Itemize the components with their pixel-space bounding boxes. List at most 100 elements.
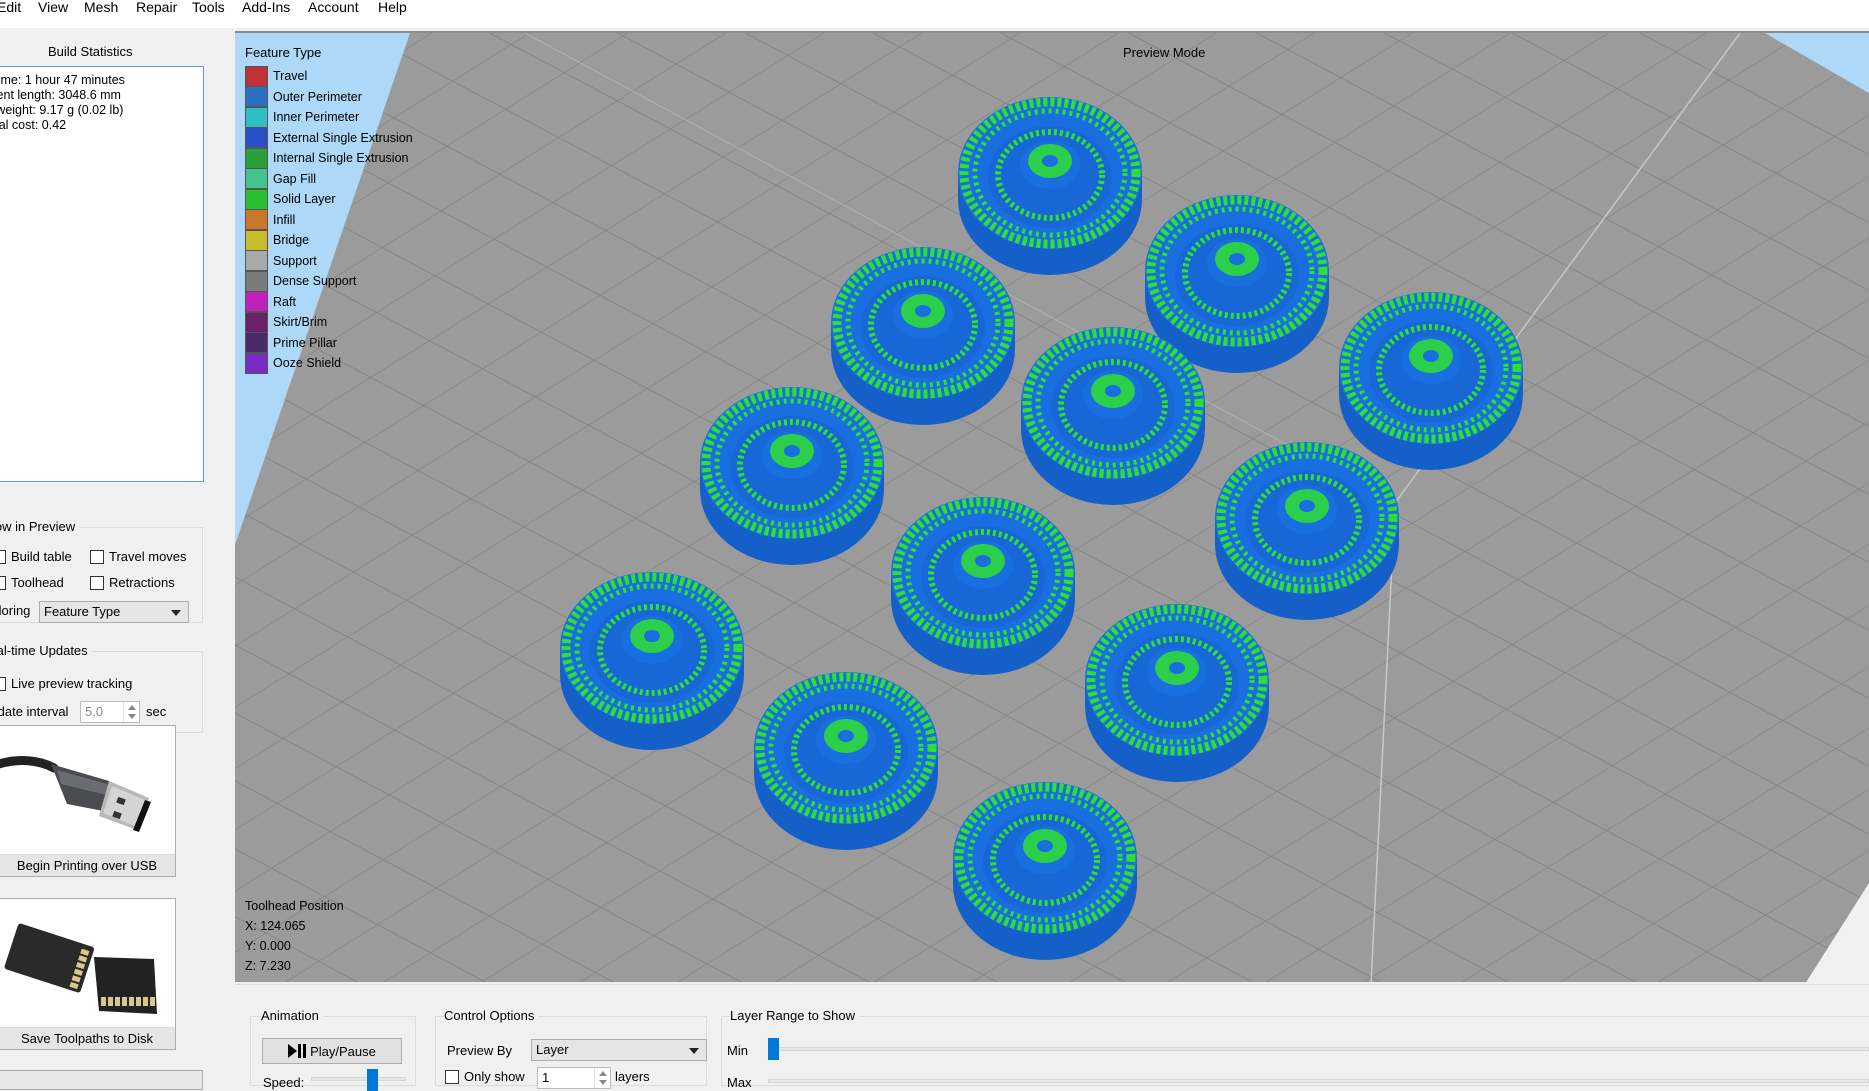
usb-button-label: Begin Printing over USB bbox=[0, 854, 175, 876]
printed-part[interactable] bbox=[1215, 442, 1399, 620]
update-interval-label: Update interval bbox=[0, 704, 69, 719]
animation-title: Animation bbox=[261, 1008, 323, 1023]
realtime-updates-title: Real-time Updates bbox=[0, 643, 92, 658]
only-show-layers-spinner[interactable]: 1 bbox=[537, 1067, 611, 1089]
menu-bar: Edit View Mesh Repair Tools Add-Ins Acco… bbox=[0, 0, 1869, 28]
spinner-arrows-icon[interactable] bbox=[594, 1068, 610, 1088]
printed-part[interactable] bbox=[831, 247, 1015, 425]
coloring-label: Coloring bbox=[0, 603, 31, 618]
checkbox-icon[interactable] bbox=[0, 549, 6, 564]
legend-item: Prime Pillar bbox=[245, 332, 337, 353]
menu-add-ins[interactable]: Add-Ins bbox=[242, 0, 290, 14]
update-interval-spinner[interactable]: 5,0 bbox=[80, 701, 140, 723]
printed-part[interactable] bbox=[754, 672, 938, 850]
legend-swatch bbox=[245, 229, 268, 251]
left-panel: Build Statistics Build time: 1 hour 47 m… bbox=[0, 30, 225, 1090]
checkbox-icon[interactable] bbox=[0, 575, 6, 590]
toolhead-y: Y: 0.000 bbox=[245, 939, 291, 953]
material-cost: Material cost: 0.42 bbox=[0, 118, 67, 132]
layer-min-slider-thumb[interactable] bbox=[768, 1038, 779, 1060]
legend-title: Feature Type bbox=[245, 45, 322, 60]
menu-edit[interactable]: Edit bbox=[0, 0, 21, 14]
legend-label: Infill bbox=[273, 212, 296, 227]
additional-action-button[interactable] bbox=[0, 1070, 203, 1090]
legend-label: Support bbox=[273, 253, 317, 268]
travel-moves-checkbox[interactable]: Travel moves bbox=[90, 549, 187, 564]
layer-range-group: Layer Range to Show bbox=[721, 1008, 1869, 1086]
menu-account[interactable]: Account bbox=[308, 0, 359, 14]
legend-item: Internal Single Extrusion bbox=[245, 147, 409, 169]
preview-by-dropdown[interactable]: Layer bbox=[531, 1039, 707, 1061]
checkbox-icon[interactable] bbox=[90, 549, 104, 564]
legend-swatch bbox=[245, 291, 268, 312]
sd-card-icon bbox=[4, 923, 157, 1014]
printed-part[interactable] bbox=[700, 387, 884, 565]
build-statistics-box[interactable]: Build time: 1 hour 47 minutes Filament l… bbox=[0, 66, 204, 482]
coloring-value: Feature Type bbox=[44, 604, 121, 619]
legend-label: Ooze Shield bbox=[273, 356, 342, 370]
only-show-value: 1 bbox=[542, 1070, 550, 1085]
preview-viewport[interactable]: Feature Type Travel Outer Perimeter Inner … bbox=[235, 31, 1869, 982]
toolhead-checkbox[interactable]: Toolhead bbox=[0, 575, 64, 590]
legend-label: Dense Support bbox=[273, 274, 357, 288]
legend-swatch bbox=[245, 352, 268, 374]
printed-part[interactable] bbox=[560, 572, 744, 750]
checkbox-icon[interactable] bbox=[0, 676, 6, 691]
legend-swatch bbox=[245, 86, 268, 107]
filament-length: Filament length: 3048.6 mm bbox=[0, 88, 121, 102]
printed-part[interactable] bbox=[1085, 604, 1269, 782]
menu-tools[interactable]: Tools bbox=[192, 0, 225, 14]
build-statistics-title: Build Statistics bbox=[48, 44, 133, 59]
play-pause-button[interactable]: Play/Pause bbox=[262, 1038, 402, 1064]
legend-label: External Single Extrusion bbox=[273, 130, 413, 145]
menu-repair[interactable]: Repair bbox=[136, 0, 177, 14]
update-interval-unit: sec bbox=[146, 704, 167, 719]
save-toolpaths-disk-button[interactable]: Save Toolpaths to Disk bbox=[0, 898, 176, 1050]
layer-max-label: Max bbox=[727, 1075, 752, 1090]
play-pause-label: Play/Pause bbox=[310, 1043, 376, 1059]
toolhead-label: Toolhead bbox=[11, 575, 64, 590]
printed-part[interactable] bbox=[891, 497, 1075, 675]
spinner-arrows-icon[interactable] bbox=[123, 702, 139, 722]
legend-label: Skirt/Brim bbox=[273, 315, 328, 329]
layer-range-title: Layer Range to Show bbox=[730, 1008, 860, 1023]
chevron-down-icon bbox=[171, 610, 181, 616]
legend-item: Solid Layer bbox=[245, 188, 336, 210]
layer-min-slider-track[interactable] bbox=[768, 1047, 1869, 1051]
layer-min-label: Min bbox=[727, 1043, 748, 1058]
chevron-down-icon bbox=[689, 1048, 699, 1054]
legend-item: External Single Extrusion bbox=[245, 127, 413, 148]
legend-label: Travel bbox=[273, 69, 308, 83]
checkbox-icon[interactable] bbox=[445, 1069, 459, 1084]
legend-item: Travel bbox=[245, 65, 308, 87]
printed-part[interactable] bbox=[953, 782, 1137, 960]
build-table-label: Build table bbox=[11, 549, 72, 564]
retractions-checkbox[interactable]: Retractions bbox=[90, 575, 175, 590]
speed-slider-track[interactable] bbox=[311, 1077, 406, 1081]
legend-item: Inner Perimeter bbox=[245, 106, 359, 128]
travel-moves-label: Travel moves bbox=[109, 549, 187, 564]
menu-mesh[interactable]: Mesh bbox=[84, 0, 118, 14]
begin-printing-usb-button[interactable]: Begin Printing over USB bbox=[0, 725, 176, 877]
printed-part[interactable] bbox=[958, 97, 1142, 275]
legend-swatch bbox=[245, 168, 268, 189]
coloring-dropdown[interactable]: Feature Type bbox=[39, 601, 189, 623]
only-show-checkbox[interactable]: Only show bbox=[445, 1069, 525, 1084]
speed-slider-thumb[interactable] bbox=[367, 1069, 378, 1091]
legend-label: Solid Layer bbox=[273, 192, 336, 206]
toolhead-x: X: 124.065 bbox=[245, 919, 306, 933]
legend-swatch bbox=[245, 106, 268, 128]
menu-view[interactable]: View bbox=[38, 0, 68, 14]
checkbox-icon[interactable] bbox=[90, 575, 104, 590]
preview-by-value: Layer bbox=[536, 1042, 569, 1057]
bottom-panel: Animation Play/Pause Speed: Control Opti… bbox=[235, 984, 1869, 1091]
printed-part[interactable] bbox=[1339, 292, 1523, 470]
menu-help[interactable]: Help bbox=[378, 0, 407, 14]
build-table-checkbox[interactable]: Build table bbox=[0, 549, 72, 564]
live-preview-checkbox[interactable]: Live preview tracking bbox=[0, 676, 132, 691]
build-plate-scene[interactable] bbox=[235, 33, 1869, 982]
legend-item: Infill bbox=[245, 209, 296, 230]
printed-part[interactable] bbox=[1021, 327, 1205, 505]
legend-swatch bbox=[245, 65, 268, 87]
legend-item: Bridge bbox=[245, 229, 309, 251]
